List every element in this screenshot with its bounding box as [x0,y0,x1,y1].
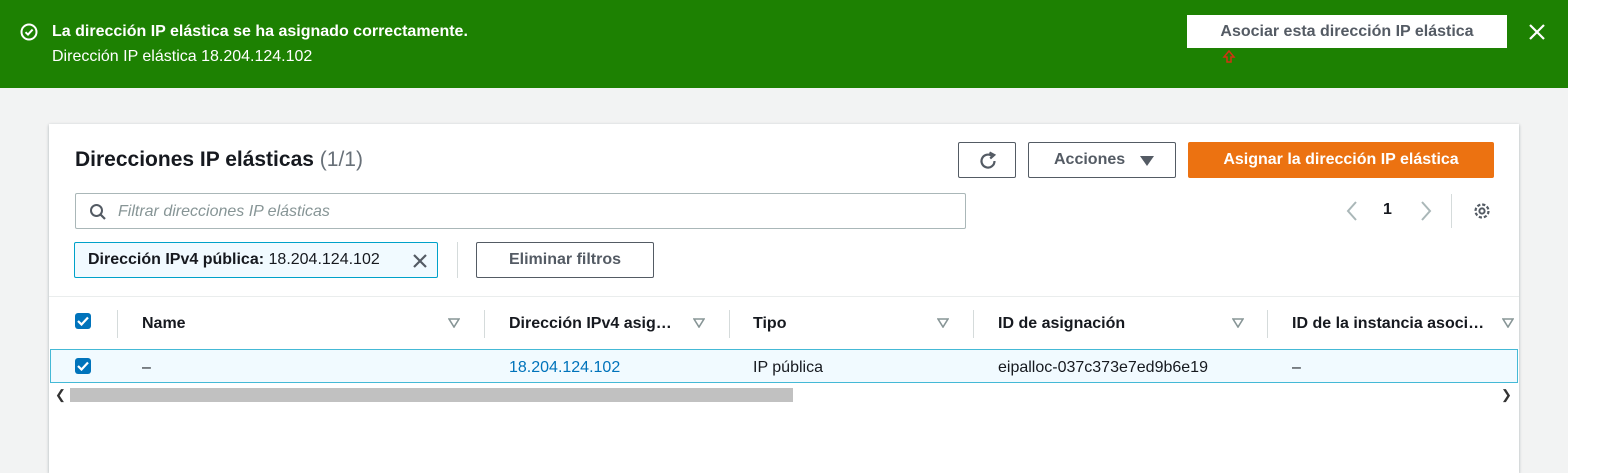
sort-caret-icon[interactable] [1502,318,1514,328]
associate-eip-button[interactable]: Asociar esta dirección IP elástica [1187,15,1507,48]
success-flash-banner: La dirección IP elástica se ha asignado … [0,0,1568,88]
filter-token: Dirección IPv4 pública: 18.204.124.102 [74,242,438,278]
current-page[interactable]: 1 [1383,201,1392,219]
gear-icon[interactable] [1471,200,1493,222]
select-all-checkbox[interactable] [75,313,91,329]
pager-divider [1451,194,1452,228]
cell-allocation-id: eipalloc-037c373e7ed9b6e19 [998,359,1208,376]
column-header-ipv4[interactable]: Dirección IPv4 asig… [509,315,672,333]
scroll-right-arrow-icon[interactable]: ❯ [1501,387,1512,403]
panel-count: (1/1) [319,148,363,171]
cell-name: – [142,359,151,376]
sort-caret-icon[interactable] [448,318,460,328]
chevron-left-icon[interactable] [1345,200,1359,222]
column-divider [729,310,730,338]
column-divider [1267,310,1268,338]
success-check-icon [20,23,38,41]
scroll-left-arrow-icon[interactable]: ❮ [55,387,66,403]
row-checkbox[interactable] [75,358,91,374]
horizontal-scrollbar[interactable]: ❮ ❯ [49,385,1519,405]
column-divider [117,310,118,338]
column-header-name[interactable]: Name [142,315,186,333]
cell-type: IP pública [753,359,823,376]
mouse-cursor-icon [1222,50,1236,63]
cell-ipv4-link[interactable]: 18.204.124.102 [509,359,620,377]
column-header-type[interactable]: Tipo [753,315,786,333]
search-icon [90,204,106,220]
flash-message: Dirección IP elástica 18.204.124.102 [52,48,313,65]
checkmark-icon [77,316,89,326]
caret-down-icon [1140,156,1154,166]
clear-filters-button[interactable]: Eliminar filtros [476,242,654,278]
actions-label: Acciones [1054,151,1126,168]
table-divider [49,296,1519,297]
refresh-icon [980,151,997,169]
sort-caret-icon[interactable] [693,318,705,328]
filter-search-input[interactable] [116,200,940,224]
filter-search-box[interactable] [75,193,966,229]
sort-caret-icon[interactable] [1232,318,1244,328]
filter-divider [457,242,458,278]
page-scrollbar[interactable] [1568,0,1601,473]
column-header-allocation-id[interactable]: ID de asignación [998,315,1125,333]
actions-dropdown-button[interactable]: Acciones [1028,142,1176,178]
sort-caret-icon[interactable] [937,318,949,328]
filter-token-value: 18.204.124.102 [268,251,380,268]
column-header-instance-id[interactable]: ID de la instancia asoci… [1292,315,1484,333]
panel-title: Direcciones IP elásticas (1/1) [75,148,363,172]
close-icon[interactable] [1527,22,1547,42]
scrollbar-thumb[interactable] [70,388,793,402]
remove-filter-icon[interactable] [412,253,428,269]
chevron-right-icon[interactable] [1419,200,1433,222]
assign-eip-button[interactable]: Asignar la dirección IP elástica [1188,142,1494,178]
checkmark-icon [77,361,89,371]
elastic-ip-panel: Direcciones IP elásticas (1/1) Acciones … [49,124,1519,473]
flash-title: La dirección IP elástica se ha asignado … [52,23,468,40]
column-divider [484,310,485,338]
refresh-button[interactable] [958,142,1016,178]
cell-instance-id: – [1292,359,1301,376]
filter-token-key: Dirección IPv4 pública: [88,251,265,268]
column-divider [973,310,974,338]
panel-title-text: Direcciones IP elásticas [75,148,314,171]
